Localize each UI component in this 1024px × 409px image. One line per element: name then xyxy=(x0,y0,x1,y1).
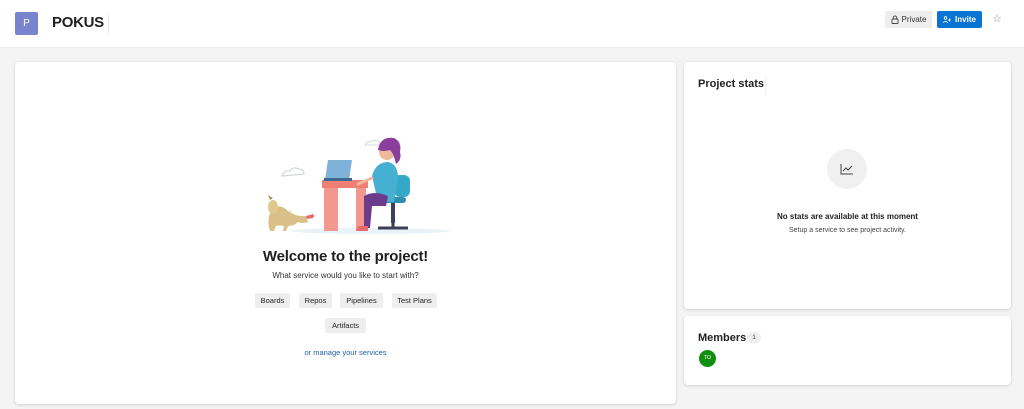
private-button[interactable]: Private xyxy=(885,11,932,28)
project-title: POKUS xyxy=(52,14,104,31)
members-card: Members 1 TO xyxy=(684,316,1011,385)
welcome-subtitle: What service would you like to start wit… xyxy=(272,271,419,280)
project-avatar[interactable]: P xyxy=(15,12,38,35)
stats-title-divider xyxy=(765,76,766,95)
service-artifacts-button[interactable]: Artifacts xyxy=(325,318,366,333)
private-label: Private xyxy=(901,15,927,24)
welcome-title: Welcome to the project! xyxy=(262,248,429,265)
service-test-plans-button[interactable]: Test Plans xyxy=(392,293,437,308)
favorite-star-icon[interactable]: ☆ xyxy=(991,12,1003,26)
project-stats-title: Project stats xyxy=(698,78,765,90)
avatar[interactable]: TO xyxy=(699,350,716,367)
invite-label: Invite xyxy=(955,15,976,24)
service-pipelines-button[interactable]: Pipelines xyxy=(340,293,383,308)
manage-services-link[interactable]: or manage your services xyxy=(15,348,676,357)
members-title: Members xyxy=(698,332,747,344)
stats-placeholder xyxy=(827,149,867,189)
header-divider xyxy=(108,15,109,33)
service-repos-button[interactable]: Repos xyxy=(299,293,332,308)
invite-button[interactable]: Invite xyxy=(937,11,982,28)
project-header: P POKUS Private Invite ☆ xyxy=(0,0,1024,48)
welcome-illustration xyxy=(268,137,450,234)
add-people-icon xyxy=(943,15,952,23)
lock-icon xyxy=(891,15,898,24)
welcome-card: Welcome to the project! What service wou… xyxy=(15,62,676,404)
project-stats-card: Project stats No stats are available at … xyxy=(684,62,1011,309)
chart-trend-icon xyxy=(840,164,853,175)
service-boards-button[interactable]: Boards xyxy=(255,293,290,308)
stats-empty-title: No stats are available at this moment xyxy=(777,212,918,221)
members-count-badge: 1 xyxy=(747,332,761,343)
stats-empty-subtitle: Setup a service to see project activity. xyxy=(789,227,906,234)
